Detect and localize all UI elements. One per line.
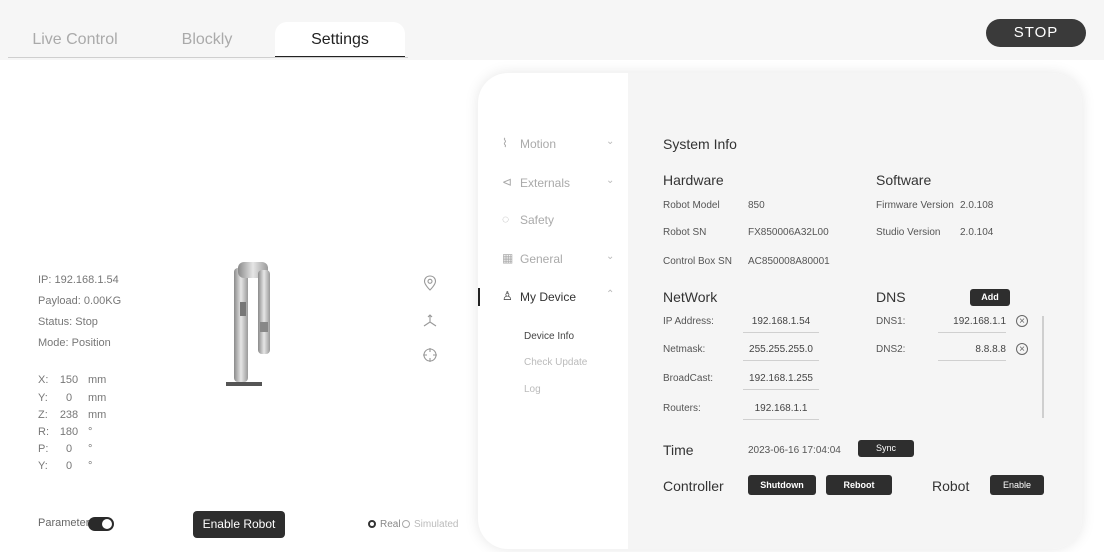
software-title: Software: [876, 172, 932, 188]
enable-robot-button[interactable]: Enable Robot: [193, 511, 285, 538]
broadcast-field[interactable]: 192.168.1.255: [743, 370, 819, 390]
grid-icon: ▦: [502, 251, 514, 265]
dns2-field[interactable]: 8.8.8.8: [938, 341, 1006, 361]
network-title: NetWork: [663, 289, 718, 305]
coord-z: Z: 238 mm: [38, 409, 107, 421]
robot-model-value: 850: [748, 200, 765, 211]
toggle-knob: [102, 519, 112, 529]
dns-scrollbar[interactable]: [1042, 316, 1044, 418]
tab-divider: [8, 57, 408, 58]
remove-dns2-icon[interactable]: ×: [1016, 343, 1028, 355]
netmask-field[interactable]: 255.255.255.0: [743, 341, 819, 361]
coord-yaw: Y: 0 °: [38, 460, 93, 472]
nav-sub-device-info[interactable]: Device Info: [524, 331, 574, 342]
studio-version-value: 2.0.104: [960, 227, 994, 238]
control-box-sn-label: Control Box SN: [663, 256, 732, 267]
control-box-sn-value: AC850008A80001: [748, 256, 830, 267]
coord-p: P: 0 °: [38, 443, 93, 455]
nav-motion-label: Motion: [520, 137, 557, 151]
nav-safety[interactable]: ◌ Safety: [478, 208, 628, 232]
nav-externals-label: Externals: [520, 176, 571, 190]
location-pin-icon[interactable]: [421, 275, 439, 293]
radio-off-icon: [402, 520, 410, 528]
chevron-down-icon: ⌄: [606, 136, 615, 147]
user-icon: ♙: [502, 289, 513, 303]
nav-sub-check-update[interactable]: Check Update: [524, 357, 587, 368]
nav-sub-log[interactable]: Log: [524, 384, 541, 395]
simulated-radio[interactable]: Simulated: [402, 519, 458, 530]
dns2-label: DNS2:: [876, 344, 906, 355]
remove-dns1-icon[interactable]: ×: [1016, 315, 1028, 327]
firmware-version-value: 2.0.108: [960, 200, 994, 211]
nav-my-device[interactable]: ♙ My Device ⌃: [478, 285, 628, 309]
robot-model-label: Robot Model: [663, 200, 720, 211]
tab-settings[interactable]: Settings: [275, 22, 405, 58]
robot-status: Status: Stop: [38, 316, 98, 328]
robot-title: Robot: [932, 478, 970, 494]
ip-address-field[interactable]: 192.168.1.54: [743, 313, 819, 333]
robot-sn-value: FX850006A32L00: [748, 227, 829, 238]
robot-enable-button[interactable]: Enable: [990, 475, 1044, 495]
reboot-button[interactable]: Reboot: [826, 475, 892, 495]
routers-label: Routers:: [663, 403, 701, 414]
settings-card: ⌇ Motion ⌄ ⊲ Externals ⌄ ◌ Safety ▦ Gene…: [478, 73, 1082, 549]
coord-x: X: 150 mm: [38, 374, 107, 386]
real-radio[interactable]: Real: [368, 519, 401, 530]
studio-version-label: Studio Version: [876, 227, 941, 238]
tab-live-control[interactable]: Live Control: [10, 22, 140, 58]
axes-icon[interactable]: [421, 313, 439, 331]
nav-safety-label: Safety: [520, 213, 555, 227]
dns1-label: DNS1:: [876, 316, 906, 327]
robot-sn-label: Robot SN: [663, 227, 707, 238]
nav-my-device-label: My Device: [520, 290, 577, 304]
top-bar: Live Control Blockly Settings STOP: [0, 0, 1104, 60]
dns-title: DNS: [876, 289, 906, 305]
externals-icon: ⊲: [502, 175, 513, 189]
nav-motion[interactable]: ⌇ Motion ⌄: [478, 132, 628, 156]
robot-arm-illustration: [226, 262, 270, 386]
chevron-down-icon: ⌄: [606, 251, 615, 262]
nav-general-label: General: [520, 252, 563, 266]
shutdown-button[interactable]: Shutdown: [748, 475, 816, 495]
hardware-title: Hardware: [663, 172, 724, 188]
netmask-label: Netmask:: [663, 344, 706, 355]
routers-field[interactable]: 192.168.1.1: [743, 400, 819, 420]
stop-button[interactable]: STOP: [986, 19, 1086, 47]
time-value: 2023-06-16 17:04:04: [748, 445, 841, 456]
robot-mode: Mode: Position: [38, 337, 111, 349]
system-info-title: System Info: [663, 136, 737, 152]
time-title: Time: [663, 442, 694, 458]
nav-externals[interactable]: ⊲ Externals ⌄: [478, 171, 628, 195]
dns-add-button[interactable]: Add: [970, 289, 1010, 306]
parameters-label: Parameters: [38, 517, 95, 529]
parameters-toggle[interactable]: [88, 517, 114, 531]
shield-check-icon: ◌: [502, 212, 510, 226]
chevron-down-icon: ⌄: [606, 175, 615, 186]
radio-on-icon: [368, 520, 376, 528]
tab-blockly[interactable]: Blockly: [142, 22, 272, 58]
nav-general[interactable]: ▦ General ⌄: [478, 247, 628, 271]
coord-r: R: 180 °: [38, 426, 93, 438]
coord-y: Y: 0 mm: [38, 392, 107, 404]
sync-button[interactable]: Sync: [858, 440, 914, 457]
motion-icon: ⌇: [502, 136, 508, 150]
chevron-up-icon: ⌃: [606, 289, 615, 300]
controller-title: Controller: [663, 478, 724, 494]
dns1-field[interactable]: 192.168.1.1: [938, 313, 1006, 333]
ip-address-label: IP Address:: [663, 316, 714, 327]
firmware-version-label: Firmware Version: [876, 200, 954, 211]
robot-payload: Payload: 0.00KG: [38, 295, 122, 307]
robot-ip: IP: 192.168.1.54: [38, 274, 119, 286]
crosshair-icon[interactable]: [421, 347, 439, 365]
broadcast-label: BroadCast:: [663, 373, 714, 384]
